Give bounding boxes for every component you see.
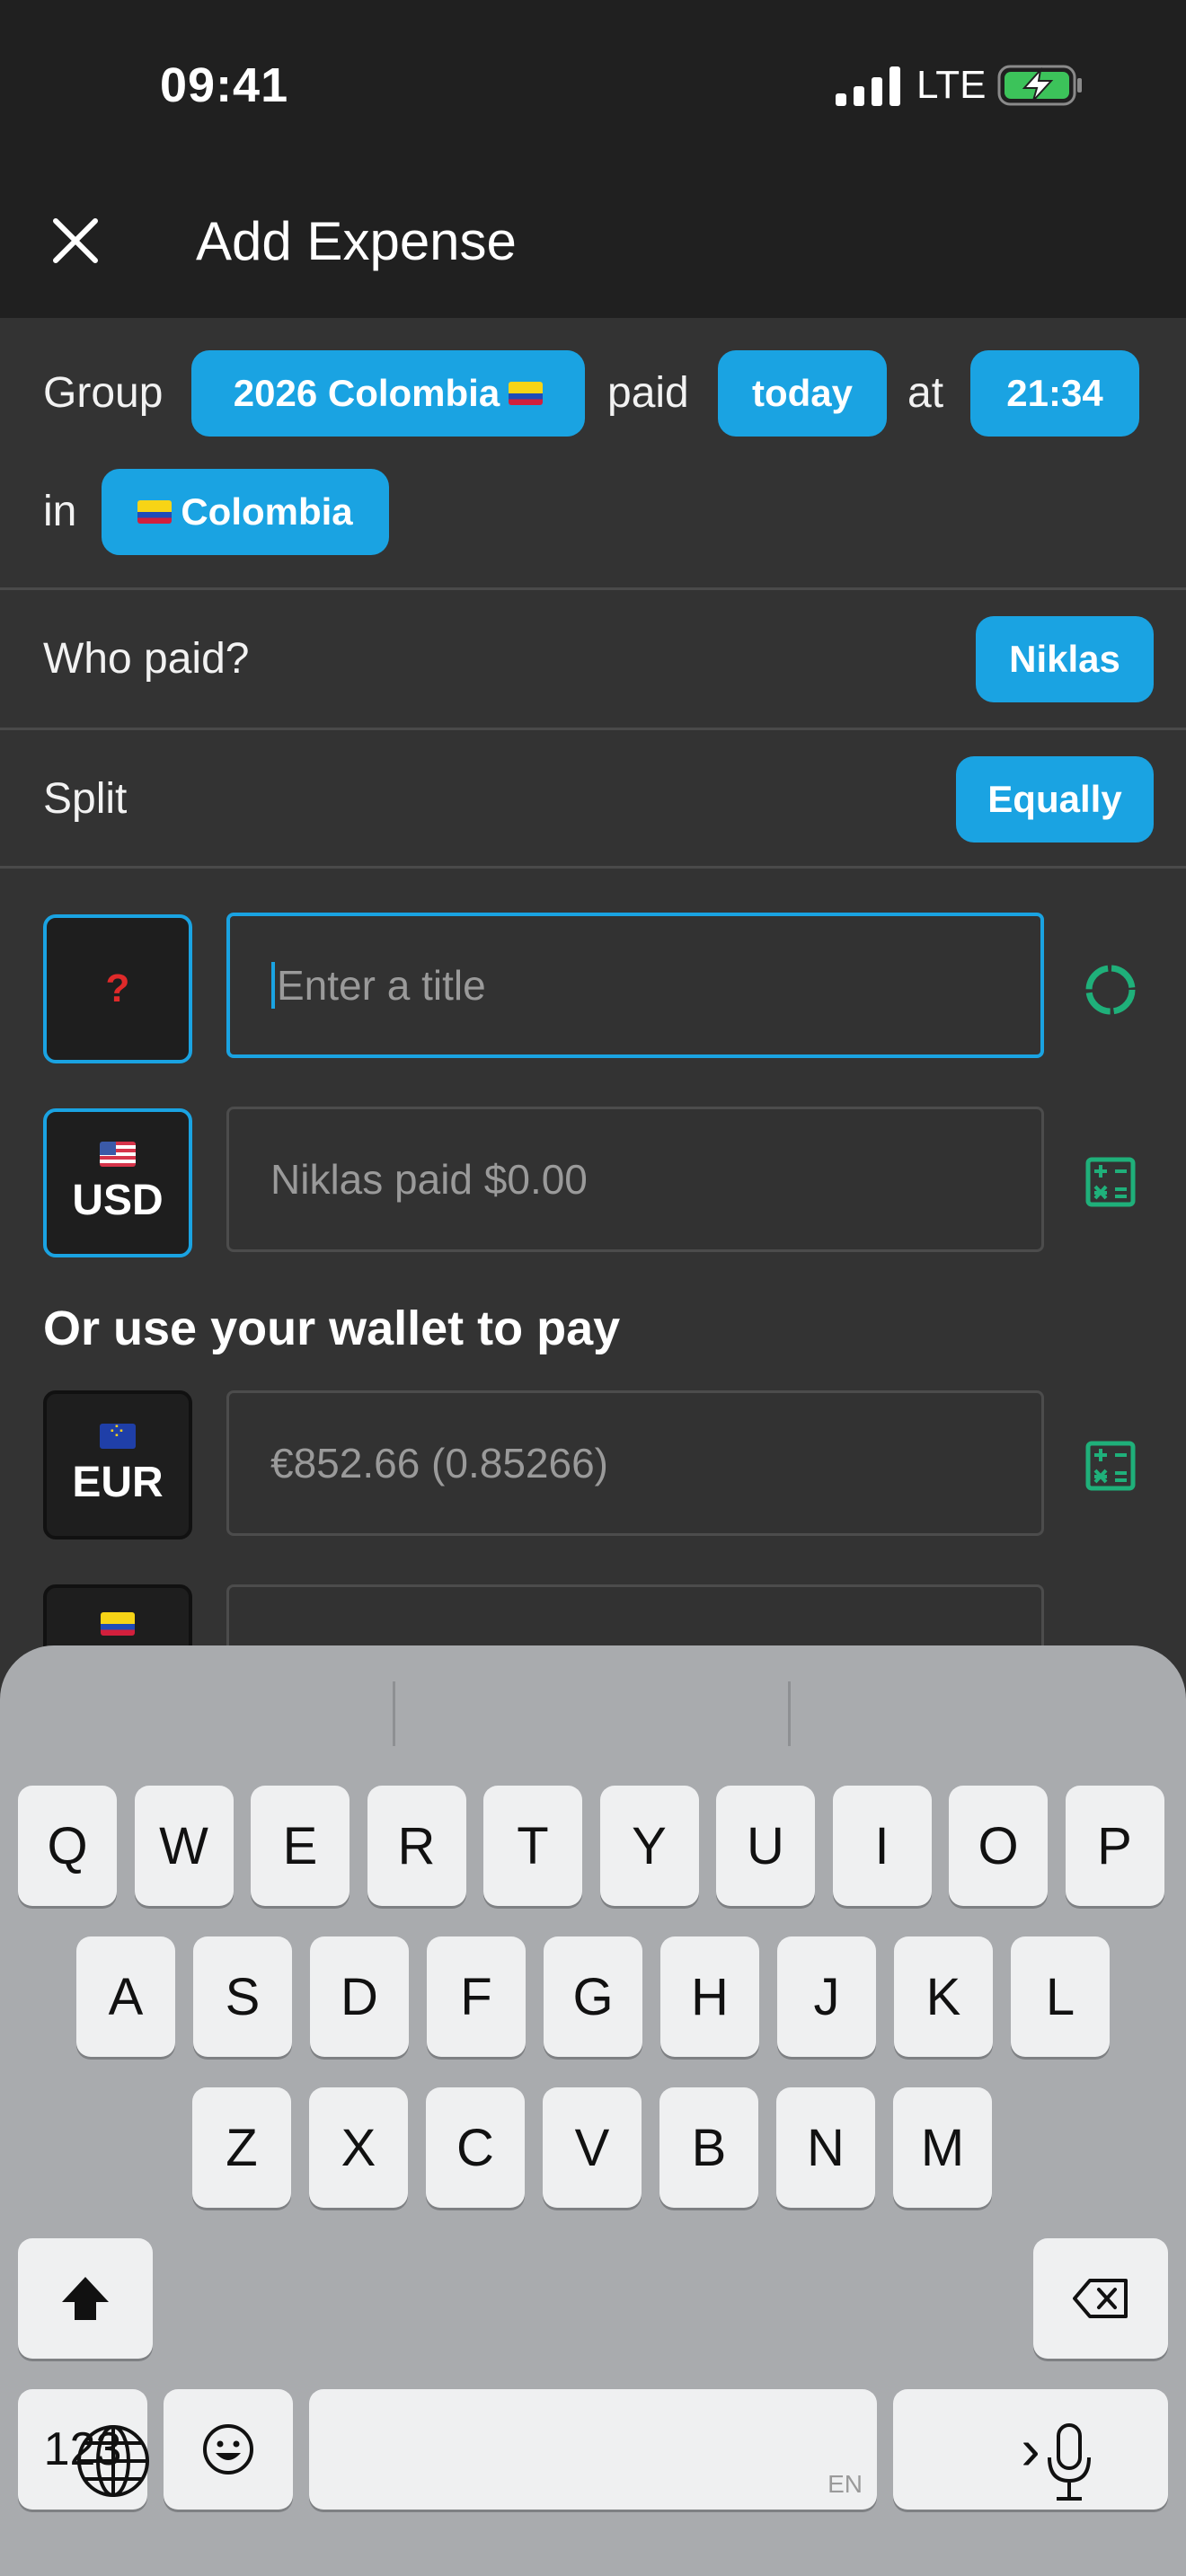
network-type: LTE [916, 63, 987, 107]
date-chip-label: today [751, 372, 853, 414]
key-backspace[interactable] [1033, 2238, 1168, 2359]
split-chip-label: Equally [987, 778, 1122, 820]
key-d[interactable]: D [310, 1936, 409, 2057]
microphone-icon[interactable] [1042, 2422, 1096, 2502]
top-bar: 09:41 LTE Add Expense [0, 0, 1186, 318]
group-chip[interactable]: 2026 Colombia [191, 350, 585, 437]
time-chip-label: 21:34 [1006, 372, 1103, 414]
calculator-icon[interactable] [1084, 1155, 1137, 1209]
us-flag-icon [100, 1141, 136, 1167]
question-mark-icon: ? [105, 966, 130, 1010]
wallet-amount-input[interactable]: €852.66 (0.85266) [226, 1390, 1044, 1536]
eu-flag-icon [100, 1417, 136, 1449]
divider [0, 728, 1186, 730]
date-chip[interactable]: today [718, 350, 887, 437]
key-t[interactable]: T [483, 1786, 582, 1906]
key-b[interactable]: B [659, 2087, 758, 2208]
title-input-placeholder: Enter a title [277, 962, 486, 1009]
key-f[interactable]: F [427, 1936, 526, 2057]
key-m[interactable]: M [893, 2087, 992, 2208]
currency-code: EUR [72, 1458, 164, 1506]
country-chip[interactable]: Colombia [102, 469, 389, 555]
status-time: 09:41 [160, 58, 289, 112]
group-chip-label: 2026 Colombia [233, 372, 500, 414]
key-k[interactable]: K [894, 1936, 993, 2057]
shift-icon [62, 2277, 109, 2320]
key-p[interactable]: P [1065, 1786, 1164, 1906]
group-label: Group [43, 369, 164, 417]
key-q[interactable]: Q [18, 1786, 117, 1906]
colombia-flag-icon [137, 500, 173, 524]
in-label: in [43, 488, 77, 535]
key-l[interactable]: L [1011, 1936, 1110, 2057]
paid-label: paid [607, 369, 689, 417]
key-g[interactable]: G [544, 1936, 642, 2057]
globe-icon[interactable] [75, 2423, 151, 2499]
currency-picker-usd[interactable]: USD [43, 1108, 192, 1257]
key-x[interactable]: X [309, 2087, 408, 2208]
cellular-signal-icon [836, 66, 900, 106]
colombia-flag-icon [509, 382, 544, 405]
key-z[interactable]: Z [192, 2087, 291, 2208]
text-caret [271, 962, 275, 1009]
key-o[interactable]: O [949, 1786, 1048, 1906]
key-shift[interactable] [18, 2238, 153, 2359]
key-h[interactable]: H [660, 1936, 759, 2057]
key-return[interactable]: › [893, 2389, 1168, 2510]
backspace-icon [1073, 2279, 1128, 2318]
key-v[interactable]: V [543, 2087, 642, 2208]
key-emoji[interactable] [164, 2389, 293, 2510]
emoji-icon [203, 2424, 253, 2475]
payer-chip[interactable]: Niklas [976, 616, 1154, 702]
amount-input-placeholder: Niklas paid $0.00 [270, 1156, 588, 1203]
keyboard-language: EN [828, 2470, 863, 2498]
suggestion-divider [393, 1681, 395, 1746]
battery-charging-icon [997, 65, 1082, 106]
split-chip[interactable]: Equally [956, 756, 1154, 842]
currency-code: USD [72, 1176, 164, 1224]
title-input[interactable]: Enter a title [226, 913, 1044, 1058]
key-i[interactable]: I [832, 1786, 932, 1906]
divider [0, 587, 1186, 590]
key-u[interactable]: U [716, 1786, 815, 1906]
close-icon[interactable] [50, 216, 101, 266]
country-chip-label: Colombia [181, 490, 353, 533]
key-y[interactable]: Y [599, 1786, 699, 1906]
key-s[interactable]: S [193, 1936, 292, 2057]
amount-input[interactable]: Niklas paid $0.00 [226, 1107, 1044, 1252]
who-paid-label: Who paid? [43, 635, 250, 683]
keyboard: 123 EN › QWERTYUIOPASDFGHJKLZXCVBNM [0, 1645, 1186, 2576]
key-c[interactable]: C [426, 2087, 525, 2208]
payer-chip-label: Niklas [1009, 638, 1120, 680]
loading-spinner-icon [1085, 965, 1136, 1015]
category-picker[interactable]: ? [43, 914, 192, 1063]
time-chip[interactable]: 21:34 [970, 350, 1139, 437]
at-label: at [907, 369, 944, 417]
key-w[interactable]: W [134, 1786, 234, 1906]
suggestion-divider [788, 1681, 791, 1746]
wallet-heading: Or use your wallet to pay [43, 1301, 621, 1355]
key-r[interactable]: R [367, 1786, 466, 1906]
wallet-amount-placeholder: €852.66 (0.85266) [270, 1440, 608, 1486]
key-e[interactable]: E [251, 1786, 350, 1906]
key-n[interactable]: N [776, 2087, 875, 2208]
currency-picker-eur[interactable]: EUR [43, 1390, 192, 1539]
key-j[interactable]: J [777, 1936, 876, 2057]
divider [0, 866, 1186, 869]
key-a[interactable]: A [76, 1936, 175, 2057]
split-label: Split [43, 775, 128, 823]
page-title: Add Expense [196, 211, 517, 271]
colombia-flag-icon [101, 1612, 135, 1636]
calculator-icon[interactable] [1084, 1439, 1137, 1493]
key-space[interactable]: EN [309, 2389, 877, 2510]
